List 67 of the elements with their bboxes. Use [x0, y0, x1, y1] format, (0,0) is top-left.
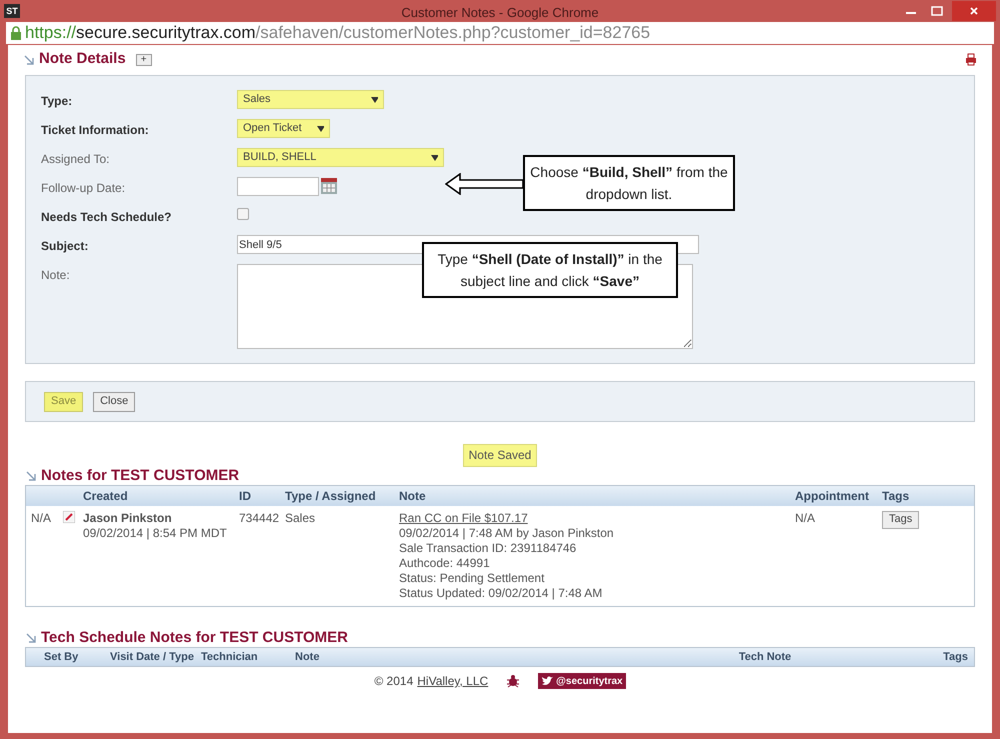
note-link[interactable]: Ran CC on File $107.17: [399, 511, 528, 526]
maximize-icon: [931, 6, 943, 16]
column-header: Set By: [44, 650, 80, 665]
column-header: Note: [295, 650, 320, 665]
dropdown[interactable]: BUILD, SHELL: [237, 148, 444, 167]
url-text: https://secure.securitytrax.com/safehaven/customerNotes.php?customer_id=82765: [25, 22, 650, 44]
close-icon: [969, 6, 979, 16]
company-link[interactable]: HiValley, LLC: [417, 672, 488, 690]
field-label: Ticket Information:: [41, 122, 150, 139]
bug-icon[interactable]: [506, 674, 520, 688]
section-title: Tech Schedule Notes for TEST CUSTOMER: [41, 628, 348, 648]
copyright-text: © 2014: [374, 673, 414, 690]
section-arrow-icon: [23, 54, 35, 66]
expand-button[interactable]: +: [136, 54, 152, 66]
table-cell-text: N/A: [795, 511, 816, 527]
table-cell-text: 09/02/2014 | 8:54 PM MDT: [83, 526, 228, 541]
field-label: Note:: [41, 267, 71, 284]
table-cell-text: Jason Pinkston: [83, 511, 173, 526]
dropdown-caret-icon: [317, 126, 324, 132]
table-cell-text: N/A: [31, 511, 52, 527]
field-label: Subject:: [41, 238, 90, 255]
app-logo: ST: [4, 4, 20, 18]
table-cell-text: Authcode: 44991: [399, 556, 491, 571]
column-header: Technician: [201, 650, 259, 665]
edit-icon[interactable]: [63, 511, 75, 523]
dropdown[interactable]: Sales: [237, 90, 384, 109]
close-button[interactable]: Close: [93, 392, 136, 412]
dropdown[interactable]: Open Ticket: [237, 119, 330, 138]
section-title: Note Details: [39, 49, 126, 70]
table-cell-text: Status Updated: 09/02/2014 | 7:48 AM: [399, 586, 604, 601]
table-cell-text: Sale Transaction ID: 2391184746: [399, 541, 578, 556]
column-header: Note: [399, 488, 427, 505]
table-cell-text: Status: Pending Settlement: [399, 571, 546, 586]
section-arrow-icon: [25, 632, 37, 644]
dropdown-caret-icon: [371, 96, 378, 102]
column-header: Visit Date / Type: [110, 650, 195, 665]
column-header: Created: [83, 488, 129, 505]
column-header: ID: [239, 488, 252, 505]
table-cell-text: Sales: [285, 511, 316, 527]
dropdown-caret-icon: [431, 154, 438, 160]
window-title: Customer Notes - Google Chrome: [401, 4, 599, 22]
bird-icon: [541, 675, 554, 687]
print-icon[interactable]: [965, 53, 977, 66]
field-label: Needs Tech Schedule?: [41, 209, 172, 226]
column-header: Tags: [882, 488, 910, 505]
instruction-tooltip: Choose “Build, Shell” from the dropdown list.: [523, 155, 735, 211]
field-label: Type:: [41, 93, 74, 110]
section-title: Notes for TEST CUSTOMER: [41, 466, 240, 486]
column-header: Appointment: [795, 488, 870, 505]
status-message: Note Saved: [462, 444, 538, 467]
lock-icon: [10, 26, 22, 40]
tags-button[interactable]: Tags: [882, 510, 920, 528]
checkbox[interactable]: [237, 208, 249, 220]
field-label: Follow-up Date:: [41, 180, 126, 197]
column-header: Type / Assigned: [285, 488, 377, 505]
twitter-link[interactable]: @securitytrax: [538, 673, 626, 689]
close-window-button[interactable]: [952, 1, 996, 21]
date-field[interactable]: [237, 177, 319, 196]
column-header: Tech Note: [738, 650, 792, 665]
table-cell-text: 734442: [239, 511, 280, 527]
address-bar[interactable]: https://secure.securitytrax.com/safehaven/customerNotes.php?customer_id=82765: [6, 22, 994, 44]
field-label: Assigned To:: [41, 151, 110, 168]
column-header: Tags: [942, 650, 969, 665]
instruction-tooltip: Type “Shell (Date of Install)” in the subject line and click “Save”: [422, 242, 678, 298]
calendar-icon[interactable]: [321, 178, 337, 194]
section-arrow-icon: [25, 470, 37, 482]
table-cell-text: 09/02/2014 | 7:48 AM by Jason Pinkston: [399, 526, 615, 541]
